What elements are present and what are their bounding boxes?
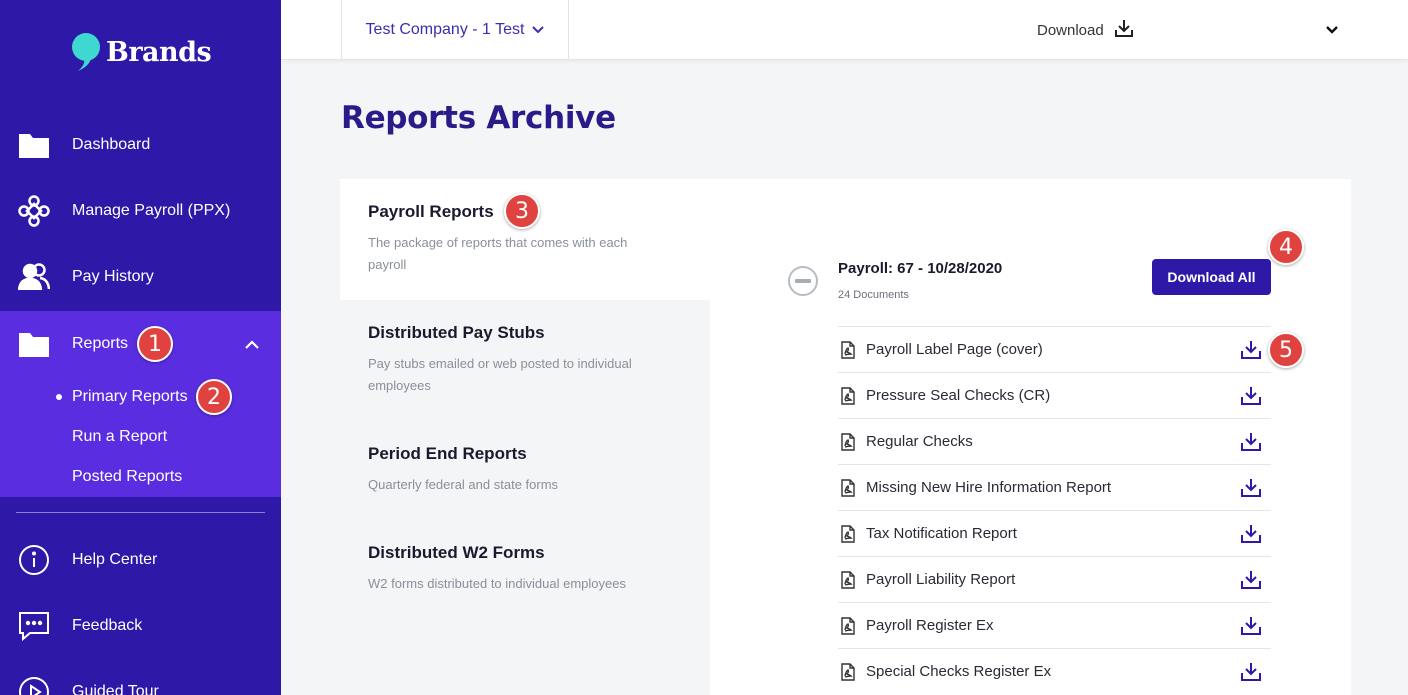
sidebar-item-label: Reports [72,335,129,352]
download-all-button[interactable]: Download All [1152,259,1271,295]
category-distributed-pay-stubs[interactable]: Distributed Pay Stubs Pay stubs emailed … [368,323,698,397]
sidebar-item-label: Help Center [72,551,158,568]
download-icon[interactable] [1240,616,1262,641]
download-icon[interactable] [1240,524,1262,549]
document-row[interactable]: Missing New Hire Information Report [838,464,1271,510]
people-icon [18,261,50,293]
sidebar-item-label: Manage Payroll (PPX) [72,202,231,219]
annotation-badge: 3 [504,193,540,229]
sidebar-item-label: Pay History [72,268,154,285]
download-icon[interactable] [1240,478,1262,503]
sidebar-subitem-primary-reports[interactable]: Primary Reports [72,388,188,406]
annotation-badge: 5 [1268,332,1304,368]
sidebar-subitem-run-a-report[interactable]: Run a Report [72,428,167,446]
sidebar-item-label: Feedback [72,617,143,634]
company-name: Test Company - 1 Test [365,21,525,38]
pdf-file-icon [840,571,856,594]
sidebar-divider [16,512,265,513]
document-row[interactable]: Payroll Label Page (cover) [838,326,1271,372]
download-button[interactable]: Download [1037,18,1134,42]
payroll-network-icon [18,195,50,227]
payroll-title: Payroll: 67 - 10/28/2020 [838,260,1003,277]
sidebar-item-guided-tour[interactable]: Guided Tour [0,659,281,695]
sidebar: Brands Dashboard Manage Payroll (PPX) Pa… [0,0,281,695]
document-name: Regular Checks [866,433,973,450]
minus-icon [795,279,811,283]
chat-icon [18,610,50,642]
category-title: Distributed W2 Forms [368,543,545,562]
chevron-up-icon[interactable] [244,338,260,356]
chevron-down-icon [532,21,545,39]
download-icon [1114,18,1134,42]
brand-name: Brands [106,36,212,68]
sidebar-item-pay-history[interactable]: Pay History [0,244,281,310]
top-bar: Test Company - 1 Test Download [281,0,1408,60]
document-count: 24 Documents [838,289,909,301]
document-list: Payroll Label Page (cover) Pressure Seal … [838,326,1271,694]
document-row[interactable]: Special Checks Register Ex [838,648,1271,694]
sidebar-item-dashboard[interactable]: Dashboard [0,112,281,178]
sidebar-subitem-posted-reports[interactable]: Posted Reports [72,468,182,486]
document-name: Tax Notification Report [866,525,1017,542]
document-row[interactable]: Tax Notification Report [838,510,1271,556]
pdf-file-icon [840,433,856,456]
active-indicator-dot [56,394,62,400]
document-row[interactable]: Regular Checks [838,418,1271,464]
download-icon[interactable] [1240,340,1262,365]
document-row[interactable]: Pressure Seal Checks (CR) [838,372,1271,418]
folder-icon [18,129,50,161]
download-icon[interactable] [1240,386,1262,411]
annotation-badge: 2 [196,379,232,415]
sidebar-item-manage-payroll[interactable]: Manage Payroll (PPX) [0,178,281,244]
page-title: Reports Archive [341,100,616,136]
brand-bubble-icon [72,33,100,71]
sidebar-item-help-center[interactable]: Help Center [0,527,281,593]
download-icon[interactable] [1240,570,1262,595]
category-description: Pay stubs emailed or web posted to indiv… [368,356,632,393]
pdf-file-icon [840,341,856,364]
download-icon[interactable] [1240,432,1262,457]
pdf-file-icon [840,663,856,686]
category-title: Distributed Pay Stubs [368,323,545,342]
document-row[interactable]: Payroll Liability Report [838,556,1271,602]
pdf-file-icon [840,617,856,640]
sidebar-item-label: Dashboard [72,136,151,153]
document-name: Pressure Seal Checks (CR) [866,387,1051,404]
sidebar-item-label: Guided Tour [72,683,159,695]
pdf-file-icon [840,479,856,502]
document-name: Payroll Label Page (cover) [866,341,1043,358]
company-selector[interactable]: Test Company - 1 Test [341,0,569,60]
sidebar-item-feedback[interactable]: Feedback [0,593,281,659]
annotation-badge: 4 [1268,229,1304,265]
collapse-button[interactable] [788,266,818,296]
download-icon[interactable] [1240,662,1262,687]
pdf-file-icon [840,387,856,410]
annotation-badge: 1 [137,326,173,362]
chevron-down-icon[interactable] [1325,22,1339,40]
category-distributed-w2-forms[interactable]: Distributed W2 Forms W2 forms distribute… [368,543,698,595]
document-name: Missing New Hire Information Report [866,479,1112,496]
category-description: W2 forms distributed to individual emplo… [368,576,626,591]
folder-icon [18,328,50,360]
play-icon [18,676,50,695]
brand-logo[interactable]: Brands [70,32,212,72]
category-period-end-reports[interactable]: Period End Reports Quarterly federal and… [368,444,698,496]
document-name: Special Checks Register Ex [866,663,1052,680]
download-label: Download [1037,21,1104,39]
pdf-file-icon [840,525,856,548]
info-icon [18,544,50,576]
category-title: Period End Reports [368,444,527,463]
document-name: Payroll Register Ex [866,617,994,634]
category-description: Quarterly federal and state forms [368,477,559,492]
category-description: The package of reports that comes with e… [368,235,628,272]
document-name: Payroll Liability Report [866,571,1016,588]
document-row[interactable]: Payroll Register Ex [838,602,1271,648]
